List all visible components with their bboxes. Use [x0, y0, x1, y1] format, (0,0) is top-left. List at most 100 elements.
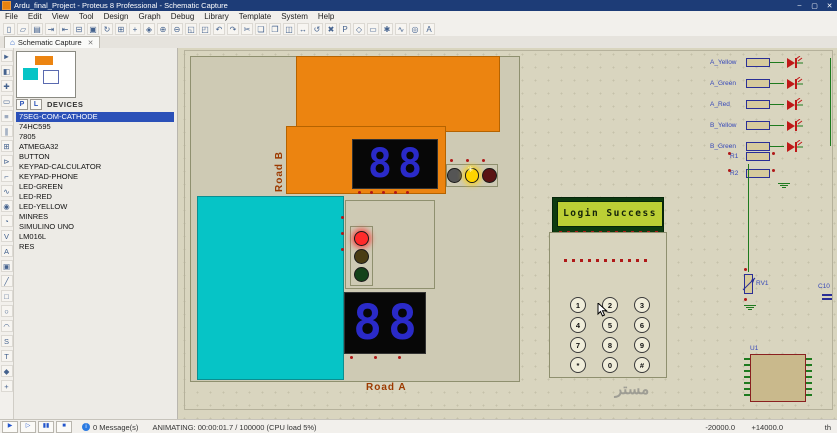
device-item[interactable]: SIMULINO UNO	[16, 222, 174, 232]
device-item[interactable]: LED-GREEN	[16, 182, 174, 192]
path-2d-icon[interactable]: S	[0, 335, 13, 347]
block-rotate-icon[interactable]: ↺	[311, 23, 323, 35]
component-mode-icon[interactable]: ◧	[0, 65, 13, 77]
mark-area-icon[interactable]: ▣	[87, 23, 99, 35]
led-channel-row[interactable]: A_Yellow	[710, 52, 835, 73]
menu-item[interactable]: Design	[99, 12, 134, 21]
new-project-icon[interactable]: ▯	[3, 23, 15, 35]
maximize-icon[interactable]: ▢	[807, 2, 822, 10]
menu-item[interactable]: Debug	[166, 12, 200, 21]
menu-item[interactable]: Graph	[133, 12, 165, 21]
menu-item[interactable]: System	[276, 12, 313, 21]
circle-2d-icon[interactable]: ○	[0, 305, 13, 317]
wire-label-icon[interactable]: ▭	[0, 95, 13, 107]
menu-item[interactable]: Help	[313, 12, 339, 21]
seven-segment-display-b[interactable]: 88	[352, 139, 438, 189]
message-indicator-icon[interactable]: i	[82, 423, 90, 431]
junction-dot-icon[interactable]: ✚	[0, 80, 13, 92]
library-manager-button[interactable]: L	[30, 99, 42, 110]
current-probe-icon[interactable]: A	[0, 245, 13, 257]
stop-button[interactable]: ■	[56, 421, 72, 433]
led-channel-row[interactable]: A_Green	[710, 73, 835, 94]
redraw-icon[interactable]: ↻	[101, 23, 113, 35]
zoom-extents-icon[interactable]: ◱	[185, 23, 197, 35]
close-icon[interactable]: ✕	[822, 2, 837, 10]
selection-mode-icon[interactable]: ►	[0, 50, 13, 62]
keypad-key[interactable]: 4	[570, 317, 586, 333]
led-channel-row[interactable]: B_Yellow	[710, 115, 835, 136]
menu-item[interactable]: Tool	[74, 12, 99, 21]
symbol-2d-icon[interactable]: ◆	[0, 365, 13, 377]
graph-mode-icon[interactable]: ∿	[0, 185, 13, 197]
make-device-icon[interactable]: ◇	[353, 23, 365, 35]
tab-schematic-capture[interactable]: ⌂ Schematic Capture ✕	[4, 36, 100, 48]
device-item[interactable]: BUTTON	[16, 152, 174, 162]
device-item[interactable]: 7805	[16, 132, 174, 142]
device-item[interactable]: 74HC595	[16, 122, 174, 132]
menu-item[interactable]: Template	[234, 12, 276, 21]
property-assignment-icon[interactable]: A	[423, 23, 435, 35]
pick-devices-button[interactable]: P	[16, 99, 28, 110]
pause-button[interactable]: ▮▮	[38, 421, 54, 433]
keypad-key[interactable]: 8	[602, 337, 618, 353]
bus-mode-icon[interactable]: ∥	[0, 125, 13, 137]
terminal-mode-icon[interactable]: ⊳	[0, 155, 13, 167]
resistor-row[interactable]: R2	[730, 165, 770, 182]
marker-2d-icon[interactable]: +	[0, 380, 13, 392]
device-pin-icon[interactable]: ⌐	[0, 170, 13, 182]
origin-icon[interactable]: +	[129, 23, 141, 35]
keypad-key[interactable]: 7	[570, 337, 586, 353]
box-2d-icon[interactable]: □	[0, 290, 13, 302]
pan-icon[interactable]: ◈	[143, 23, 155, 35]
device-item[interactable]: MINRES	[16, 212, 174, 222]
road-a-label[interactable]: Road A	[366, 382, 407, 393]
arc-2d-icon[interactable]: ◠	[0, 320, 13, 332]
text-script-icon[interactable]: ≡	[0, 110, 13, 122]
subcircuit-icon[interactable]: ⊞	[0, 140, 13, 152]
device-item[interactable]: ATMEGA32	[16, 142, 174, 152]
search-tag-icon[interactable]: ◎	[409, 23, 421, 35]
ic-u1[interactable]	[750, 354, 806, 402]
undo-icon[interactable]: ↶	[213, 23, 225, 35]
device-item[interactable]: RES	[16, 242, 174, 252]
menu-item[interactable]: Library	[199, 12, 233, 21]
seven-segment-display-a[interactable]: 88	[344, 292, 426, 354]
keypad-key[interactable]: #	[634, 357, 650, 373]
wire-autorouter-icon[interactable]: ∿	[395, 23, 407, 35]
keypad-key[interactable]: 9	[634, 337, 650, 353]
device-item[interactable]: KEYPAD-CALCULATOR	[16, 162, 174, 172]
potentiometer-rv1[interactable]: RV1	[742, 270, 776, 300]
print-icon[interactable]: ⊟	[73, 23, 85, 35]
device-item[interactable]: LM016L	[16, 232, 174, 242]
block-delete-icon[interactable]: ✖	[325, 23, 337, 35]
traffic-light-a[interactable]	[350, 226, 373, 286]
keypad-key[interactable]: 5	[602, 317, 618, 333]
zoom-out-icon[interactable]: ⊖	[171, 23, 183, 35]
save-project-icon[interactable]: ▤	[31, 23, 43, 35]
road-a-block[interactable]	[197, 196, 344, 380]
tape-recorder-icon[interactable]: ◉	[0, 200, 13, 212]
road-b-block[interactable]	[296, 56, 500, 132]
resistor-row[interactable]: R1	[730, 148, 770, 165]
decompose-icon[interactable]: ✱	[381, 23, 393, 35]
export-icon[interactable]: ⇤	[59, 23, 71, 35]
capacitor-c10[interactable]: C10	[818, 283, 837, 308]
import-icon[interactable]: ⇥	[45, 23, 57, 35]
keypad-key[interactable]: *	[570, 357, 586, 373]
play-button[interactable]: ▶	[2, 421, 18, 433]
minimize-icon[interactable]: –	[792, 2, 807, 10]
road-b-label[interactable]: Road B	[274, 128, 285, 192]
device-item[interactable]: LED-RED	[16, 192, 174, 202]
menu-item[interactable]: Edit	[23, 12, 47, 21]
device-item[interactable]: 7SEG-COM-CATHODE	[16, 112, 174, 122]
voltage-probe-icon[interactable]: V	[0, 230, 13, 242]
keypad-key[interactable]: 3	[634, 297, 650, 313]
redo-icon[interactable]: ↷	[227, 23, 239, 35]
cut-icon[interactable]: ✂	[241, 23, 253, 35]
text-2d-icon[interactable]: T	[0, 350, 13, 362]
menu-item[interactable]: File	[0, 12, 23, 21]
step-button[interactable]: ▷	[20, 421, 36, 433]
zoom-area-icon[interactable]: ◰	[199, 23, 211, 35]
schematic-canvas[interactable]: Road B Road A 88 88 ✳ Login Success 1 2 …	[178, 48, 837, 419]
device-item[interactable]: LED-YELLOW	[16, 202, 174, 212]
